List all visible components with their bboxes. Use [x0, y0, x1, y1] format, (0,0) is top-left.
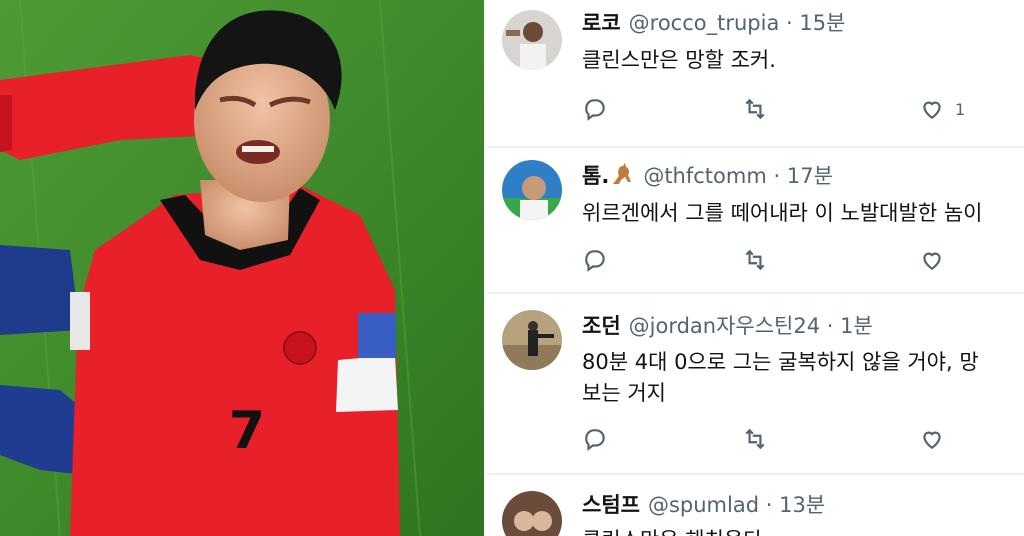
tweet-text: 위르겐에서 그를 떼어내라 이 노발대발한 놈이	[582, 201, 983, 225]
tweet-text: 클린스만은 해치운다	[582, 525, 763, 536]
tweet-text: 80분 4대 0으로 그는 굴복하지 않을 거야, 망	[582, 350, 979, 374]
retweet-icon	[745, 98, 765, 120]
reply-button[interactable]	[582, 95, 608, 123]
tweet-header: 톰. @thfctomm · 17분	[582, 162, 833, 190]
handle[interactable]: @rocco_trupia	[629, 11, 780, 35]
reply-icon	[585, 429, 605, 451]
tweet-actions	[582, 246, 1022, 274]
tweet-header: 조던 @jordan자우스틴24 · 1분	[582, 312, 873, 340]
separator-dot: ·	[826, 314, 834, 338]
handle[interactable]: @jordan자우스틴24	[629, 314, 820, 338]
retweet-button[interactable]	[742, 95, 768, 123]
tweet-text-line2: 보는 거지	[582, 381, 666, 405]
jersey-number: 7	[229, 401, 265, 461]
like-button[interactable]	[919, 246, 955, 274]
tweet[interactable]: 톰. @thfctomm · 17분 위르겐에서 그를 떼어내라 이 노발대발한 …	[486, 148, 1024, 293]
reply-icon	[585, 99, 605, 121]
tweet-actions	[582, 425, 1022, 453]
timestamp[interactable]: 1분	[840, 314, 873, 338]
retweet-icon	[745, 428, 765, 450]
like-button[interactable]: 1	[919, 95, 965, 123]
reply-icon	[585, 250, 605, 272]
display-name[interactable]: 톰.	[582, 163, 635, 188]
retweet-button[interactable]	[742, 246, 768, 274]
tweet-header: 스텀프 @spumlad · 13분	[582, 491, 825, 519]
like-button[interactable]	[919, 425, 955, 453]
heart-icon	[923, 101, 941, 119]
timestamp[interactable]: 13분	[779, 493, 825, 517]
player-photo: 7	[0, 0, 484, 536]
tweet[interactable]: 스텀프 @spumlad · 13분 클린스만은 해치운다	[486, 475, 1024, 536]
handle[interactable]: @spumlad	[648, 493, 759, 517]
avatar[interactable]	[502, 310, 562, 370]
handle[interactable]: @thfctomm	[643, 164, 766, 188]
separator-dot: ·	[786, 11, 793, 35]
avatar[interactable]	[502, 10, 562, 70]
display-name[interactable]: 스텀프	[582, 493, 640, 517]
tweet-text: 클린스만은 망할 조커.	[582, 48, 776, 72]
tweet-feed[interactable]: 로코 @rocco_trupia · 15분 클린스만은 망할 조커. 1 톰. @…	[486, 0, 1024, 536]
tweet[interactable]: 로코 @rocco_trupia · 15분 클린스만은 망할 조커. 1	[486, 0, 1024, 148]
retweet-icon	[745, 249, 765, 271]
timestamp[interactable]: 17분	[787, 164, 833, 188]
reply-button[interactable]	[582, 246, 608, 274]
display-name[interactable]: 로코	[582, 11, 621, 35]
avatar[interactable]	[502, 491, 562, 536]
like-count: 1	[955, 99, 966, 119]
display-name[interactable]: 조던	[582, 314, 621, 338]
avatar[interactable]	[502, 160, 562, 220]
retweet-button[interactable]	[742, 425, 768, 453]
tweet[interactable]: 조던 @jordan자우스틴24 · 1분 80분 4대 0으로 그는 굴복하지 …	[486, 294, 1024, 474]
heart-icon	[923, 431, 941, 449]
timestamp[interactable]: 15분	[799, 11, 845, 35]
heart-icon	[923, 252, 941, 270]
kangaroo-emoji	[613, 163, 632, 184]
separator-dot: ·	[773, 164, 781, 188]
tweet-actions: 1	[582, 95, 1022, 123]
reply-button[interactable]	[582, 425, 608, 453]
separator-dot: ·	[765, 493, 773, 517]
tweet-header: 로코 @rocco_trupia · 15분	[582, 9, 845, 37]
